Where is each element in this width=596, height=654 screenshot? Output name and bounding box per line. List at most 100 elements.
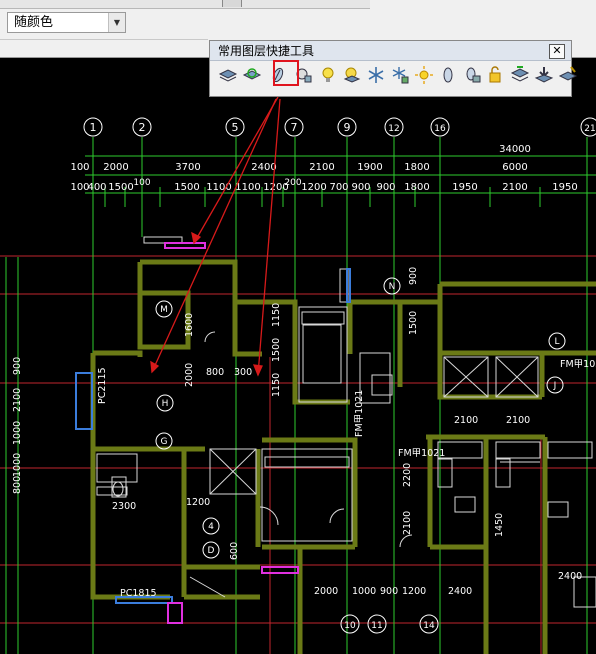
axis-label-7: 7	[291, 121, 298, 134]
dim-b-2400: 2400	[448, 586, 472, 597]
dim-left-900: 900	[12, 357, 23, 375]
dim-r1-6: 1800	[404, 162, 429, 173]
dim-2100b: 2100	[506, 415, 530, 426]
top-toolbar-strip	[0, 0, 370, 9]
axis-label-16: 16	[434, 124, 446, 134]
dim-2300: 2300	[112, 501, 136, 512]
close-icon[interactable]: ✕	[549, 44, 565, 59]
axis-label-11: 11	[371, 621, 382, 631]
dim-1600: 1600	[184, 313, 195, 337]
room-label-D: D	[208, 546, 215, 556]
toolbar-handle[interactable]	[222, 0, 242, 7]
dim-r2-1: 400	[87, 182, 106, 193]
dim-r1-3: 2400	[251, 162, 276, 173]
code-fm1021-b: FM甲1021	[398, 448, 445, 459]
dim-r1-7: 6000	[502, 162, 527, 173]
dim-600: 600	[229, 542, 240, 560]
axis-label-2: 2	[139, 121, 146, 134]
toolbar-divider	[0, 39, 208, 40]
highlight-box	[273, 60, 299, 86]
chevron-down-icon[interactable]: ▼	[108, 13, 125, 32]
lock-icon[interactable]	[438, 65, 458, 85]
dim-r2-6: 1100	[235, 182, 260, 193]
dim-left-800: 800	[12, 476, 23, 494]
code-pc1815: PC1815	[120, 588, 157, 599]
dim-r1-2: 3700	[175, 162, 200, 173]
dim-r2-13: 1800	[404, 182, 429, 193]
layer-lock-icon[interactable]	[462, 65, 482, 85]
panel-titlebar[interactable]: 常用图层快捷工具 ✕	[210, 41, 571, 61]
cad-drawing-canvas[interactable]: 1 2 5 7 9 12 16 21 10 11 14 34000 100 20…	[0, 57, 596, 654]
code-fm1021-a: FM甲1021	[354, 390, 365, 437]
room-label-N: N	[389, 282, 396, 292]
room-label-G: G	[161, 437, 168, 447]
layer-merge-icon[interactable]	[510, 65, 530, 85]
layer-stack-pencil-icon[interactable]	[558, 65, 578, 85]
dim-r2-12: 900	[376, 182, 395, 193]
dim-b-900: 900	[380, 586, 398, 597]
dim-r2-10: 700	[329, 182, 348, 193]
dim-1150b: 1150	[271, 373, 282, 397]
dim-b-1200: 1200	[402, 586, 426, 597]
dim-1500b: 1500	[408, 311, 419, 335]
room-label-M: M	[160, 305, 168, 315]
dim-2000: 2000	[184, 363, 195, 387]
dim-2100c: 2100	[402, 511, 413, 535]
axis-label-14: 14	[423, 621, 435, 631]
dim-2200: 2200	[402, 463, 413, 487]
dim-left-1000b: 1000	[12, 453, 23, 477]
dim-r-2400: 2400	[558, 571, 582, 582]
dim-r2-8: 200	[284, 178, 301, 188]
dim-left-2100: 2100	[12, 388, 23, 412]
room-label-4: 4	[208, 522, 214, 532]
dim-2115: PC2115	[97, 367, 108, 404]
layer-refresh-icon[interactable]	[242, 65, 262, 85]
code-fm1021-c: FM甲1021	[560, 359, 596, 370]
dim-r2-2: 1500	[108, 182, 133, 193]
dim-r1-5: 1900	[357, 162, 382, 173]
dim-2100a: 2100	[454, 415, 478, 426]
dim-left-1000a: 1000	[12, 421, 23, 445]
axis-label-1: 1	[90, 121, 97, 134]
axis-label-10: 10	[344, 621, 356, 631]
sun-icon[interactable]	[414, 65, 434, 85]
dim-r2-14: 1950	[452, 182, 477, 193]
dim-r2-11: 900	[351, 182, 370, 193]
dim-r2-4: 1500	[174, 182, 199, 193]
layer-unlock-icon[interactable]	[486, 65, 506, 85]
dim-1500a: 1500	[271, 338, 282, 362]
room-label-H: H	[162, 399, 169, 409]
dim-r1-1: 2000	[103, 162, 128, 173]
dim-b-2000: 2000	[314, 586, 338, 597]
dim-b-1000: 1000	[352, 586, 376, 597]
layer-thaw-icon[interactable]	[390, 65, 410, 85]
snowflake-icon[interactable]	[366, 65, 386, 85]
axis-label-12: 12	[388, 124, 399, 134]
dim-1450: 1450	[494, 513, 505, 537]
dim-300: 300	[234, 367, 252, 378]
color-select[interactable]: 随颜色 ▼	[7, 12, 126, 33]
dim-900a: 900	[408, 267, 419, 285]
axis-label-9: 9	[344, 121, 351, 134]
room-label-L: L	[554, 337, 559, 347]
dim-r2-16: 1950	[552, 182, 577, 193]
dim-r2-15: 2100	[502, 182, 527, 193]
layer-freeze-icon[interactable]	[342, 65, 362, 85]
layer-stack-icon[interactable]	[218, 65, 238, 85]
dim-r2-3: 100	[133, 178, 150, 188]
layer-down-icon[interactable]	[534, 65, 554, 85]
dim-1200a: 1200	[186, 497, 210, 508]
dim-1150a: 1150	[271, 303, 282, 327]
axis-label-21: 21	[584, 124, 595, 134]
dim-800: 800	[206, 367, 224, 378]
dim-r2-9: 1200	[301, 182, 326, 193]
room-label-J: J	[553, 381, 557, 391]
axis-label-5: 5	[232, 121, 239, 134]
dim-r1-0: 100	[70, 162, 89, 173]
dim-r1-4: 2100	[309, 162, 334, 173]
panel-title: 常用图层快捷工具	[218, 44, 315, 58]
layer-shortcut-toolbar[interactable]: 常用图层快捷工具 ✕	[209, 40, 578, 97]
lightbulb-icon[interactable]	[318, 65, 338, 85]
total-dimension: 34000	[499, 144, 531, 155]
color-select-value: 随颜色	[14, 15, 54, 30]
